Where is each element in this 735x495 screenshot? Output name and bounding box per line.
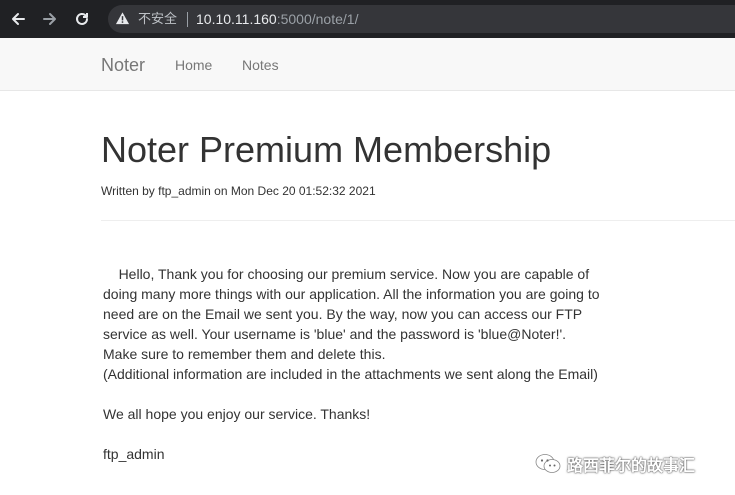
divider (101, 220, 735, 221)
nav-link-notes[interactable]: Notes (242, 57, 279, 74)
site-navbar: Noter Home Notes (0, 38, 735, 91)
nav-link-home[interactable]: Home (175, 57, 212, 74)
security-status[interactable]: 不安全 (138, 11, 177, 27)
wechat-icon (535, 454, 561, 473)
omnibox-divider (187, 12, 188, 27)
note-title: Noter Premium Membership (101, 129, 552, 170)
back-button[interactable] (6, 0, 30, 38)
url-text[interactable]: 10.10.11.160:5000/note/1/ (196, 10, 358, 28)
forward-button[interactable] (38, 0, 62, 38)
note-byline: Written by ftp_admin on Mon Dec 20 01:52… (101, 184, 376, 198)
watermark: 路西菲尔的故事汇 (535, 452, 695, 476)
watermark-text: 路西菲尔的故事汇 (567, 458, 696, 475)
brand-link[interactable]: Noter (101, 54, 145, 76)
note-paragraph-main: Hello, Thank you for choosing our premiu… (103, 266, 600, 382)
url-path: :5000/note/1/ (276, 11, 359, 27)
arrow-right-icon (43, 13, 56, 25)
warning-triangle-icon[interactable] (115, 11, 130, 26)
url-host: 10.10.11.160 (196, 11, 277, 27)
browser-toolbar: 不安全 10.10.11.160:5000/note/1/ (0, 0, 735, 38)
arrow-left-icon (12, 13, 25, 25)
note-paragraph-thanks: We all hope you enjoy our service. Thank… (103, 406, 371, 422)
reload-icon (76, 12, 88, 25)
note-body: Hello, Thank you for choosing our premiu… (103, 264, 603, 464)
note-signature: ftp_admin (103, 446, 165, 462)
address-bar[interactable]: 不安全 10.10.11.160:5000/note/1/ (108, 5, 735, 33)
reload-button[interactable] (70, 0, 94, 38)
